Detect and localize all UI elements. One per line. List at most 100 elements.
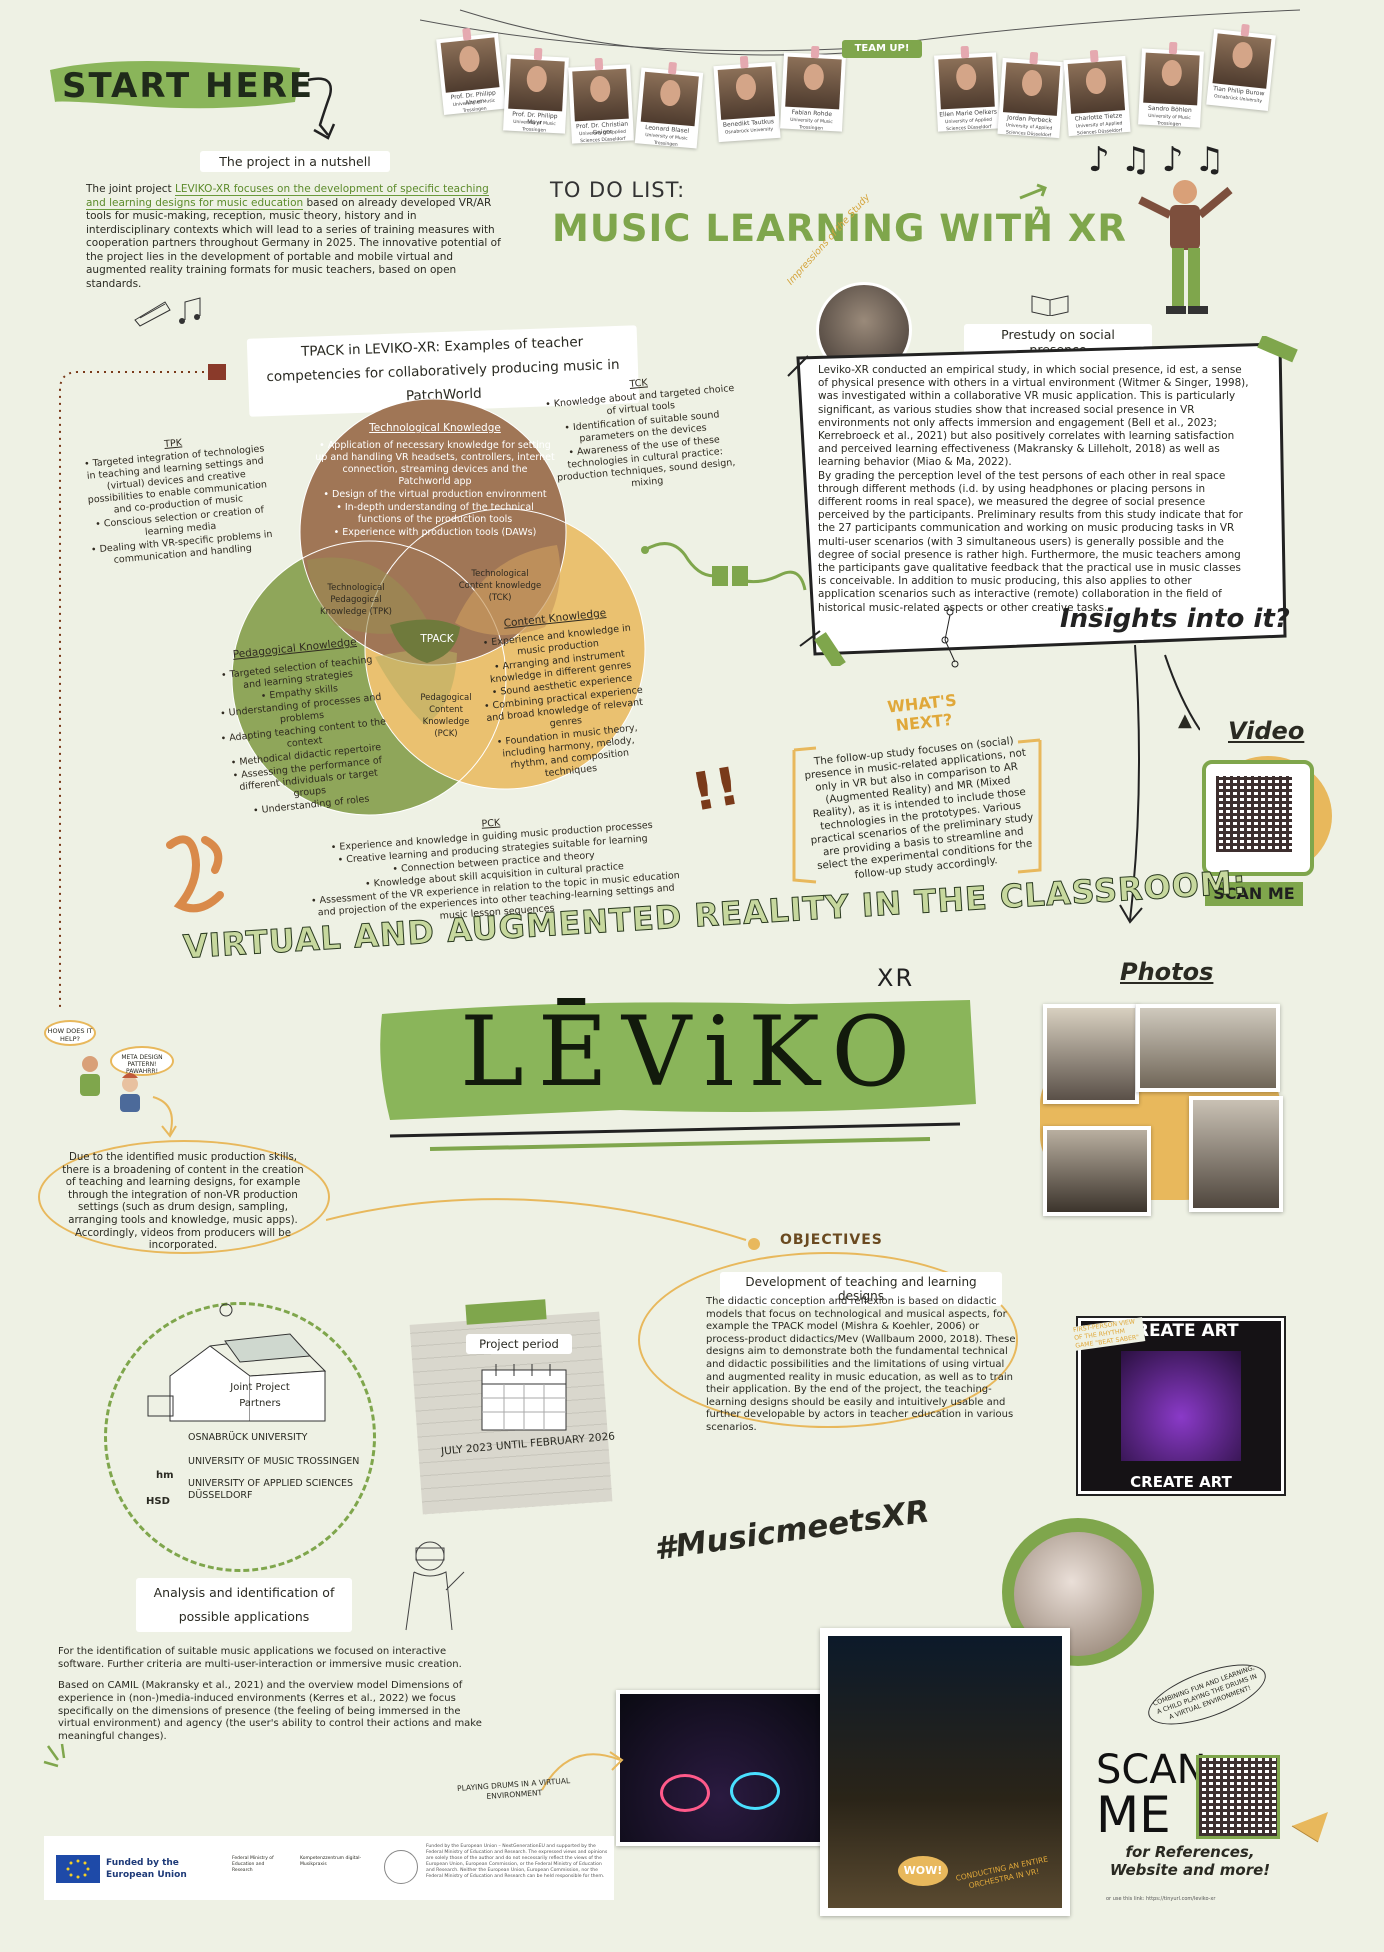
tk-title: Technological Knowledge bbox=[369, 422, 501, 434]
bullet-item: • Design of the virtual production envir… bbox=[323, 489, 547, 500]
pk-block: Pedagogical Knowledge • Targeted selecti… bbox=[210, 634, 397, 821]
objectives-label: OBJECTIVES bbox=[780, 1232, 883, 1248]
scan-refs-text: for References, Website and more! bbox=[1109, 1843, 1271, 1879]
partner-trossingen: UNIVERSITY OF MUSIC TROSSINGEN bbox=[188, 1456, 360, 1467]
tk-block: Technological Knowledge • Application of… bbox=[315, 422, 555, 539]
team-member-card: Prof. Dr. Christian Geiger University of … bbox=[568, 57, 634, 145]
partner-duesseldorf: UNIVERSITY OF APPLIED SCIENCES DÜSSELDOR… bbox=[188, 1478, 354, 1501]
bmbf-logo: Federal Ministry of Education and Resear… bbox=[232, 1856, 274, 1873]
team-member-card: Ellen Marie Oelkers University of Applied… bbox=[934, 45, 1000, 133]
team-member-role: University of Music Trossingen bbox=[789, 117, 833, 132]
team-member-role: University of Music Trossingen bbox=[1147, 113, 1191, 128]
team-member-photo bbox=[1212, 33, 1272, 89]
leviko-logo: LĒViKO bbox=[460, 996, 925, 1108]
partners-label: Joint Project Partners bbox=[230, 1382, 290, 1409]
team-member-card: Jordan Porbeck University of Applied Scie… bbox=[997, 51, 1065, 139]
team-member-role: University of Applied Sciences Düsseldor… bbox=[1075, 121, 1123, 137]
bullet-item: • Experience with production tools (DAWs… bbox=[333, 527, 537, 538]
scan-refs-link[interactable]: or use this link: https://tinyurl.com/le… bbox=[1106, 1896, 1286, 1902]
insights-title: Insights into it? bbox=[1060, 604, 1290, 634]
team-member-card: Sandro Böhlen University of Music Trossin… bbox=[1138, 41, 1204, 128]
team-member-card: Charlotte Tietze University of Applied Sc… bbox=[1063, 49, 1131, 137]
tpk-center: Technological Pedagogical Knowledge (TPK… bbox=[320, 583, 392, 617]
nutshell-text: The joint project LEVIKO-XR focuses on t… bbox=[86, 183, 504, 291]
drums-vr-photo bbox=[616, 1690, 824, 1846]
start-here-title: START HERE bbox=[62, 66, 315, 106]
clothespin-icon bbox=[594, 57, 604, 71]
how-bubble: HOW DOES IT HELP? bbox=[44, 1020, 96, 1046]
team-member-role: University of Applied Sciences Düsseldor… bbox=[945, 117, 993, 133]
wow-badge: WOW! bbox=[898, 1856, 948, 1886]
video-title: Video bbox=[1228, 717, 1305, 745]
curly-arrow-icon bbox=[307, 77, 336, 140]
partner-list: OSNABRÜCK UNIVERSITY UNIVERSITY OF MUSIC… bbox=[188, 1432, 378, 1502]
book-icon bbox=[1031, 295, 1069, 316]
orange-connector bbox=[326, 1198, 760, 1250]
create-art-bottom: CREATE ART bbox=[1130, 1473, 1232, 1491]
pck-center: Pedagogical Content Knowledge (PCK) bbox=[420, 693, 472, 739]
team-member-role: University of Applied Sciences Düsseldor… bbox=[579, 129, 627, 145]
orange-squiggle-icon bbox=[166, 835, 224, 913]
team-member-photo bbox=[508, 58, 565, 112]
nutshell-text-end: based on already developed VR/AR tools f… bbox=[86, 196, 501, 290]
tpack-center: TPACK bbox=[420, 633, 454, 645]
team-member-photo bbox=[938, 56, 995, 110]
team-member-card: Prof. Dr. Philipp Ahner University of Mus… bbox=[436, 27, 506, 116]
team-member-card: Benedikt Tautkus Osnabrück University bbox=[713, 55, 781, 143]
team-member-card: Fabian Rohde University of Music Trossing… bbox=[780, 45, 846, 132]
clothespin-icon bbox=[960, 45, 970, 59]
todo-line1: TO DO LIST: bbox=[550, 178, 686, 202]
clothespin-icon bbox=[1029, 51, 1039, 65]
poster: START HERE Prof. Dr. Philipp Ahner Univer… bbox=[0, 0, 1384, 1952]
team-member-photo bbox=[1002, 62, 1061, 116]
eu-flag-icon bbox=[56, 1855, 100, 1883]
classroom-photo-4 bbox=[1189, 1096, 1283, 1212]
team-member-photo bbox=[785, 56, 842, 110]
tck-center: Technological Content knowledge (TCK) bbox=[458, 569, 542, 603]
hsd-logo: HSD bbox=[146, 1496, 170, 1507]
nutshell-heading: The project in a nutshell bbox=[200, 151, 390, 172]
team-member-card: Prof. Dr. Philipp Mayr University of Musi… bbox=[503, 47, 569, 134]
bullet-item: • Application of necessary knowledge for… bbox=[315, 440, 555, 487]
clothespin-icon bbox=[810, 45, 820, 59]
team-member-card: Tian Philip Burow Osnabrück University bbox=[1206, 23, 1276, 112]
nutshell-text-start: The joint project bbox=[86, 183, 176, 195]
team-member-photo bbox=[572, 68, 629, 122]
classroom-photo-2 bbox=[1136, 1004, 1280, 1092]
clothespin-icon bbox=[1089, 49, 1099, 63]
hashtag-title: #MusicmeetsXR bbox=[652, 1493, 932, 1568]
analysis-p2: Based on CAMIL (Makransky et al., 2021) … bbox=[58, 1680, 482, 1743]
dancing-person-icon bbox=[1138, 180, 1233, 314]
clothespin-icon bbox=[739, 55, 749, 69]
clothespin-icon bbox=[462, 27, 472, 41]
dots-connector bbox=[941, 608, 959, 668]
hm-logo: hm bbox=[156, 1470, 174, 1481]
objectives-text: The didactic conception and reflexion is… bbox=[706, 1296, 1016, 1433]
sparkle-arrows-icon bbox=[1019, 183, 1047, 231]
clothespin-icon bbox=[533, 47, 543, 61]
prestudy-text: Leviko-XR conducted an empirical study, … bbox=[818, 364, 1249, 614]
tk-list: • Application of necessary knowledge for… bbox=[315, 440, 555, 539]
team-member-role: University of Applied Sciences Düsseldor… bbox=[1005, 123, 1053, 139]
ck-list: • Experience and knowledge in music prod… bbox=[472, 621, 657, 786]
music-notes-doodle-icon bbox=[134, 297, 201, 327]
exclamation-icon: !! bbox=[687, 756, 745, 824]
team-member-card: Leonard Blasel University of Music Trossi… bbox=[634, 61, 704, 149]
child-caption: COMBINING FUN AND LEARNING, A CHILD PLAY… bbox=[1141, 1652, 1273, 1737]
paper-plane-icon bbox=[1291, 1812, 1328, 1843]
spark-lines-icon bbox=[43, 1743, 66, 1768]
team-up-badge: TEAM UP! bbox=[842, 40, 922, 58]
analysis-p1: For the identification of suitable music… bbox=[58, 1646, 462, 1670]
team-member-photo bbox=[1067, 60, 1126, 114]
house-solar-icon bbox=[147, 1303, 327, 1422]
refs-qr-code[interactable] bbox=[1196, 1755, 1280, 1839]
period-label: Project period bbox=[466, 1334, 572, 1354]
video-qr-code[interactable] bbox=[1216, 776, 1292, 852]
classroom-photo-3 bbox=[1043, 1126, 1151, 1216]
ck-block: Content Knowledge • Experience and knowl… bbox=[470, 604, 656, 787]
clothespin-icon bbox=[667, 61, 677, 75]
team-member-photo bbox=[640, 71, 699, 127]
team-member-role: University of Music Trossingen bbox=[512, 119, 556, 134]
photos-title: Photos bbox=[1120, 958, 1214, 986]
bullet-item: • In-depth understanding of the technica… bbox=[336, 502, 534, 525]
